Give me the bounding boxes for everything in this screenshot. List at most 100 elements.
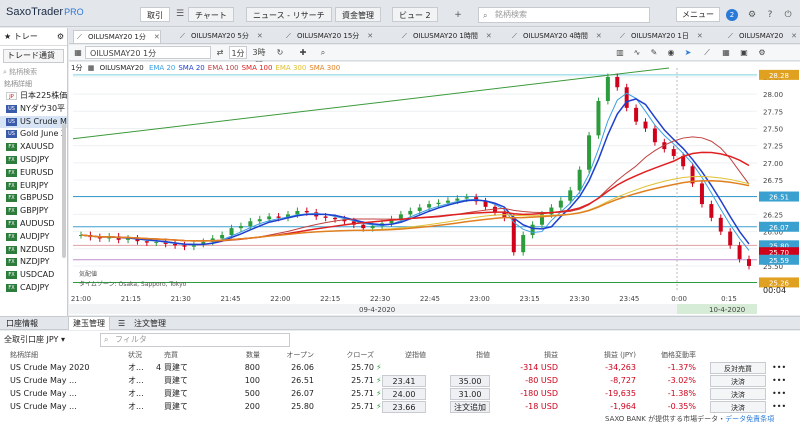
- close-icon[interactable]: ✕: [367, 32, 373, 40]
- close-icon[interactable]: ✕: [697, 32, 703, 40]
- watchlist-scrollbar[interactable]: [62, 123, 66, 258]
- close-position-button[interactable]: 決済: [710, 388, 766, 400]
- legend-indicator[interactable]: EMA 300: [275, 64, 306, 72]
- watchlist-item[interactable]: FX USDCAD: [0, 269, 67, 282]
- notifications-badge[interactable]: 2: [726, 9, 738, 21]
- interval-selector[interactable]: 1分: [229, 46, 247, 59]
- grid-icon[interactable]: ▦: [720, 46, 732, 59]
- account-selector[interactable]: 全取引口座 JPY ▾: [4, 333, 65, 347]
- drawing-icon[interactable]: ✎: [648, 46, 660, 59]
- menu-button[interactable]: メニュー: [676, 7, 720, 22]
- watchlist-item[interactable]: FX AUDUSD: [0, 218, 67, 231]
- close-position-button[interactable]: 決済: [710, 401, 766, 413]
- cursor-icon[interactable]: ➤: [682, 46, 694, 59]
- watchlist-selector[interactable]: トレード通貨: [3, 49, 64, 63]
- cell-stop[interactable]: 24.00: [382, 388, 426, 400]
- chart-tab[interactable]: ⟋ OILUSMAY20 1日 ✕: [617, 30, 703, 43]
- price-chart[interactable]: 25.5025.7526.0026.2526.5026.7527.0027.25…: [69, 62, 800, 315]
- indicators-icon[interactable]: ∿: [631, 46, 643, 59]
- watchlist-item[interactable]: FX NZDUSD: [0, 244, 67, 257]
- watchlist-item[interactable]: US NYダウ30平: [0, 103, 67, 116]
- cell-stop[interactable]: 23.66: [382, 401, 426, 413]
- watchlist-item[interactable]: FX XAUUSD: [0, 141, 67, 154]
- tab-account-info[interactable]: 口座情報: [2, 317, 42, 330]
- legend-indicator[interactable]: SMA 20: [178, 64, 204, 72]
- chart-instrument-search[interactable]: OILUSMAY20 1分: [85, 46, 211, 59]
- table-row[interactable]: US Crude May ... オ... 買建て 500 26.07 25.71 24.0…: [0, 388, 800, 400]
- refresh-icon[interactable]: ↻: [274, 46, 286, 59]
- tab-orders[interactable]: 注文管理: [130, 317, 170, 330]
- tab-positions[interactable]: 建玉管理: [68, 317, 110, 330]
- column-header[interactable]: 売買: [164, 350, 214, 361]
- column-header[interactable]: 銘柄詳細: [10, 350, 120, 361]
- camera-icon[interactable]: ▣: [738, 46, 750, 59]
- close-icon[interactable]: ✕: [257, 32, 263, 40]
- close-icon[interactable]: ✕: [596, 32, 602, 40]
- global-search-input[interactable]: ⌕ 銘柄検索: [478, 7, 650, 23]
- more-options-icon[interactable]: •••: [772, 388, 786, 400]
- column-header[interactable]: 損益: [506, 350, 558, 361]
- add-view-button[interactable]: +: [452, 9, 464, 21]
- table-row[interactable]: US Crude May 2020 オ... 買建て 800 26.06 25.70 -31…: [0, 362, 800, 374]
- gear-icon[interactable]: ⚙: [756, 46, 768, 59]
- nav-tab-account[interactable]: 資金管理: [335, 7, 381, 22]
- chart-canvas[interactable]: 25.5025.7526.0026.2526.5026.7527.0027.25…: [69, 62, 800, 315]
- positions-menu-icon[interactable]: ☰: [114, 317, 129, 330]
- chart-tab[interactable]: ⟋ OILUSMAY20 4時間 ✕: [509, 30, 602, 43]
- legend-indicator[interactable]: SMA 300: [309, 64, 340, 72]
- chart-tab[interactable]: ⟋ OILUSMAY20 5分 ✕: [177, 30, 263, 43]
- crosshair-icon[interactable]: ✚: [297, 46, 309, 59]
- column-header[interactable]: 価格変動率: [650, 350, 696, 361]
- chart-type-icon[interactable]: ▥: [614, 46, 626, 59]
- legend-indicator[interactable]: EMA 20: [149, 64, 175, 72]
- watchlist-item[interactable]: JP 日本225株価: [0, 90, 67, 103]
- more-options-icon[interactable]: •••: [772, 401, 786, 413]
- legend-indicator[interactable]: SMA 100: [242, 64, 273, 72]
- nav-tab-view2[interactable]: ビュー 2: [392, 7, 438, 22]
- watchlist-search-input[interactable]: ⌕ 銘柄検索: [3, 66, 64, 78]
- watchlist-item[interactable]: FX GBPJPY: [0, 205, 67, 218]
- watchlist-item[interactable]: FX AUDJPY: [0, 231, 67, 244]
- column-header[interactable]: 指値: [450, 350, 490, 361]
- chart-tab[interactable]: ⟋ OILUSMAY20 15分 ✕: [283, 30, 373, 43]
- column-header[interactable]: 逆指値: [382, 350, 426, 361]
- watchlist-item[interactable]: FX GBPUSD: [0, 192, 67, 205]
- chart-tab[interactable]: ⟋ OILUSMAY20 ✕: [725, 30, 797, 43]
- watchlist-item[interactable]: FX CADJPY: [0, 282, 67, 295]
- zoom-icon[interactable]: ⌕: [317, 46, 329, 59]
- eye-icon[interactable]: ◉: [665, 46, 677, 59]
- watchlist-item[interactable]: FX EURJPY: [0, 180, 67, 193]
- nav-tab-chart[interactable]: チャート: [188, 7, 234, 22]
- nav-tab-trading[interactable]: 取引: [140, 7, 170, 22]
- chart-tab[interactable]: ⟋ OILUSMAY20 1時間 ✕: [399, 30, 492, 43]
- gear-icon[interactable]: ⚙: [746, 9, 758, 21]
- column-header[interactable]: オープン: [264, 350, 314, 361]
- column-header[interactable]: 数量: [236, 350, 260, 361]
- trading-menu-icon[interactable]: ☰: [173, 7, 187, 22]
- nav-tab-news-research[interactable]: ニュース - リサーチ: [246, 7, 332, 22]
- filter-input[interactable]: ⌕ フィルタ: [100, 333, 290, 347]
- watchlist-item[interactable]: US US Crude M: [0, 115, 67, 129]
- close-icon[interactable]: ✕: [791, 32, 797, 40]
- column-header[interactable]: 損益 (JPY): [584, 350, 636, 361]
- power-icon[interactable]: ⏻: [782, 9, 794, 21]
- watchlist-item[interactable]: FX USDJPY: [0, 154, 67, 167]
- disclaimer-link[interactable]: データ免責条項: [725, 415, 774, 423]
- column-header[interactable]: クローズ: [322, 350, 374, 361]
- table-row[interactable]: US Crude May ... オ... 買建て 200 25.80 25.71 23.6…: [0, 401, 800, 413]
- more-options-icon[interactable]: •••: [772, 375, 786, 387]
- cell-stop[interactable]: 23.41: [382, 375, 426, 387]
- cell-limit[interactable]: 31.00: [450, 388, 490, 400]
- swap-icon[interactable]: ⇄: [215, 46, 225, 59]
- watchlist-item[interactable]: FX EURUSD: [0, 167, 67, 180]
- close-icon[interactable]: ✕: [154, 33, 160, 41]
- watchlist-item[interactable]: FX NZDJPY: [0, 256, 67, 269]
- help-icon[interactable]: ?: [764, 9, 776, 21]
- trendline-icon[interactable]: ⟋: [701, 46, 713, 59]
- close-icon[interactable]: ✕: [486, 32, 492, 40]
- gear-icon[interactable]: ⚙: [57, 28, 64, 46]
- legend-indicator[interactable]: EMA 100: [208, 64, 239, 72]
- cell-limit[interactable]: 35.00: [450, 375, 490, 387]
- cell-limit[interactable]: 注文追加: [450, 401, 490, 413]
- table-row[interactable]: US Crude May ... オ... 買建て 100 26.51 25.71 23.4…: [0, 375, 800, 387]
